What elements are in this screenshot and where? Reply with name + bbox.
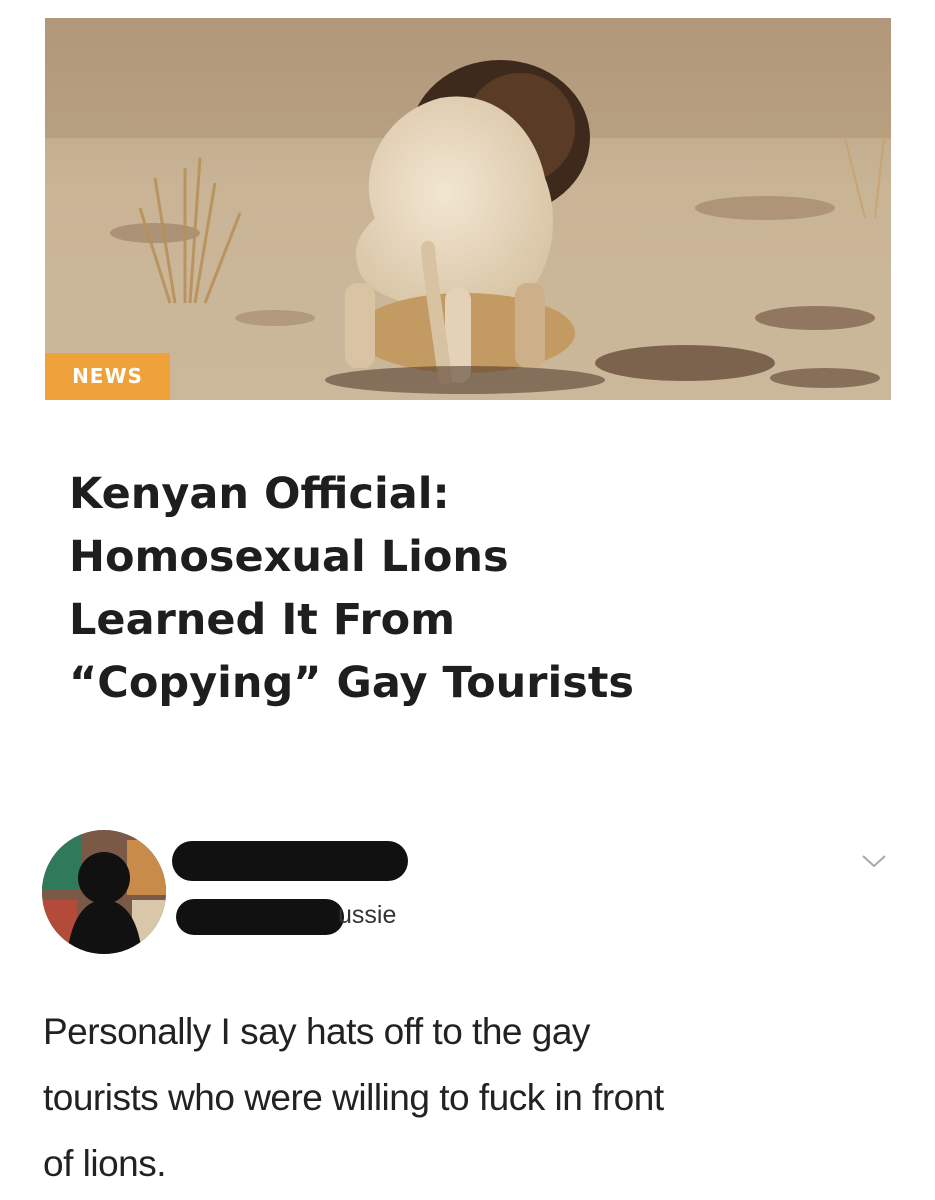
comment-line: of lions. xyxy=(43,1143,167,1184)
comment: ussie Personally I say hats off to the g… xyxy=(0,820,935,1200)
comment-text: Personally I say hats off to the gay tou… xyxy=(43,999,893,1197)
chevron-down-icon[interactable] xyxy=(861,853,887,869)
lions-photo xyxy=(45,18,891,400)
avatar-image xyxy=(42,830,166,954)
article-headline[interactable]: Kenyan Official: Homosexual Lions Learne… xyxy=(69,463,869,715)
headline-line: “Copying” Gay Tourists xyxy=(69,658,634,708)
hero-image[interactable]: NEWS xyxy=(45,18,891,400)
news-badge[interactable]: NEWS xyxy=(45,353,170,400)
article-card[interactable]: NEWS Kenyan Official: Homosexual Lions L… xyxy=(45,18,891,803)
headline-line: Learned It From xyxy=(69,595,456,645)
headline-line: Homosexual Lions xyxy=(69,532,509,582)
avatar[interactable] xyxy=(42,830,166,954)
redacted-username xyxy=(172,841,408,881)
redacted-handle xyxy=(176,899,344,935)
comment-line: tourists who were willing to fuck in fro… xyxy=(43,1077,664,1118)
headline-line: Kenyan Official: xyxy=(69,469,450,519)
user-handle-fragment: ussie xyxy=(338,901,397,929)
comment-line: Personally I say hats off to the gay xyxy=(43,1011,590,1052)
